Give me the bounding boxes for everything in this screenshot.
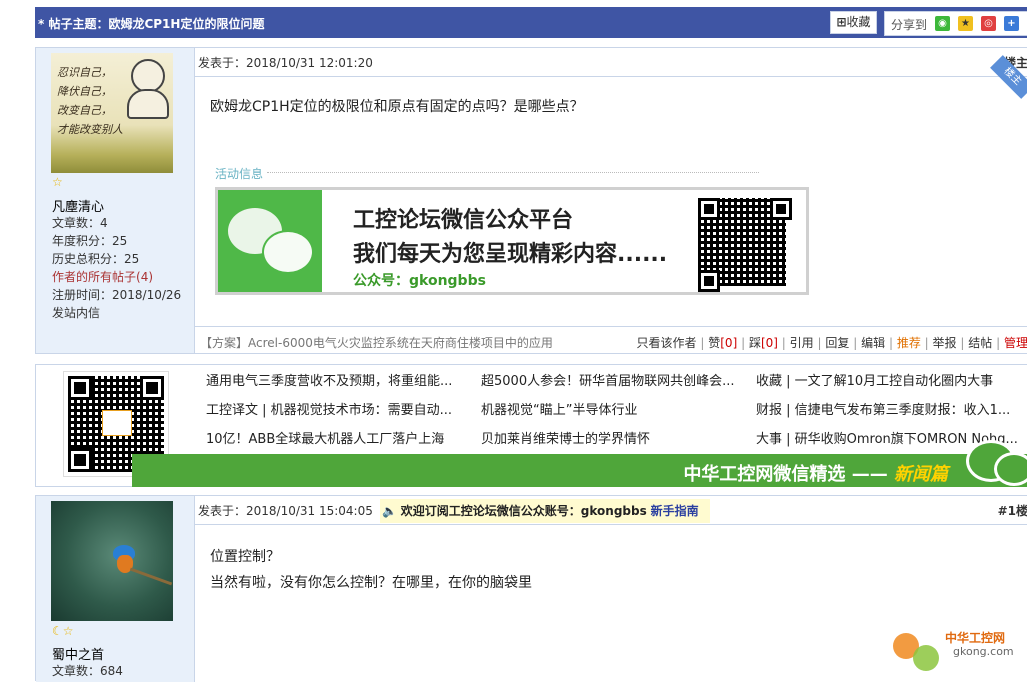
wechat-bubble-icon <box>994 452 1027 486</box>
news-link[interactable]: 通用电气三季度营收不及预期，将重组能... <box>206 370 471 389</box>
post-actions: 只看该作者 | 赞[0] | 踩[0] | 引用 | 回复 | 编辑 | 推荐 … <box>636 336 1027 350</box>
banner-account: 公众号：gkongbbs <box>353 273 486 289</box>
author-sidebar: ☾☆ 蜀中之首 文章数：684 <box>36 496 195 682</box>
close-thread-link[interactable]: 结帖 <box>968 336 992 350</box>
news-panel: 通用电气三季度营收不及预期，将重组能... 超5000人参会！研华首届物联网共创… <box>35 364 1027 487</box>
news-green-band: 中华工控网微信精选 —— 新闻篇 <box>132 440 1027 487</box>
gkong-watermark-logo: 中华工控网 gkong.com <box>893 625 1023 675</box>
qr-finder <box>68 376 92 400</box>
post-reply-1: ☾☆ 蜀中之首 文章数：684 发表于：2018/10/31 15:04:05 … <box>35 495 1027 682</box>
divider <box>195 524 1027 525</box>
banner-line2: 我们每天为您呈现精彩内容...... <box>353 242 668 267</box>
wechat-banner[interactable]: 工控论坛微信公众平台 我们每天为您呈现精彩内容...... 公众号：gkongb… <box>215 187 809 295</box>
activity-label: 活动信息 <box>215 167 264 181</box>
reply-link[interactable]: 回复 <box>825 336 849 350</box>
banner-line1: 工控论坛微信公众平台 <box>353 208 574 233</box>
report-link[interactable]: 举报 <box>933 336 957 350</box>
monk-body-shape <box>127 89 169 119</box>
post-time: 发表于：2018/10/31 15:04:05 <box>198 504 373 518</box>
wechat-bubble-icon <box>262 230 314 274</box>
qr-finder <box>140 376 164 400</box>
recommend-link[interactable]: 推荐 <box>897 336 921 350</box>
edit-link[interactable]: 编辑 <box>861 336 885 350</box>
post-content: 欧姆龙CP1H定位的极限位和原点有固定的点吗？是哪些点？ <box>210 99 584 115</box>
branch-shape <box>129 567 173 586</box>
monk-head-shape <box>131 59 165 93</box>
favorite-button[interactable]: ⊞收藏 <box>830 11 877 34</box>
divider <box>195 326 1027 327</box>
band-title: 中华工控网微信精选 —— 新闻篇 <box>683 464 948 485</box>
news-link[interactable]: 贝加莱肖维荣博士的学界情怀 <box>481 428 751 447</box>
plus-icon: ⊞ <box>836 15 847 29</box>
post-time: 发表于：2018/10/31 12:01:20 <box>198 56 373 70</box>
post-body: 发表于：2018/10/31 12:01:20 楼主 楼主 欧姆龙CP1H定位的… <box>195 48 1027 353</box>
dotted-divider <box>267 172 759 173</box>
wechat-logo-panel <box>218 190 322 292</box>
news-link[interactable]: 10亿！ABB全球最大机器人工厂落户上海 <box>206 428 471 447</box>
dislike-link[interactable]: 踩[0] <box>749 336 778 350</box>
author-posts-link[interactable]: 作者的所有帖子(4) <box>52 268 181 286</box>
post-first: 忍识自己， 降伏自己， 改变自己， 才能改变别人 ☆ 凡塵清心 文章数：4 年度… <box>35 47 1027 354</box>
gkong-logo-icon <box>102 410 132 436</box>
username[interactable]: 蜀中之首 <box>52 644 104 663</box>
news-link[interactable]: 收藏 | 一文了解10月工控自动化圈内大事 <box>756 370 1026 389</box>
send-message-link[interactable]: 发站内信 <box>52 304 181 322</box>
qr-finder <box>698 270 720 292</box>
thread-title: * 帖子主题：欧姆龙CP1H定位的限位问题 <box>38 17 265 31</box>
news-link[interactable]: 超5000人参会！研华首届物联网共创峰会... <box>481 370 751 389</box>
user-stats: 文章数：4 年度积分：25 历史总积分：25 作者的所有帖子(4) 注册时间：2… <box>52 216 182 322</box>
manage-link[interactable]: 管理 <box>1004 336 1027 350</box>
qzone-share-icon[interactable]: ★ <box>958 16 973 31</box>
rank-moon-star-icon: ☾☆ <box>52 624 74 638</box>
news-link[interactable]: 财报 | 信捷电气发布第三季度财报：收入1... <box>756 399 1026 418</box>
floor-label: #1楼 <box>997 504 1027 518</box>
qr-finder <box>770 198 792 220</box>
author-sidebar: 忍识自己， 降伏自己， 改变自己， 才能改变别人 ☆ 凡塵清心 文章数：4 年度… <box>36 48 195 353</box>
avatar[interactable] <box>51 501 173 621</box>
share-bar: 分享到 ◉ ★ ◎ + <box>884 11 1027 36</box>
newbie-guide-link[interactable]: 新手指南 <box>651 504 699 518</box>
rank-star-icon: ☆ <box>52 175 63 189</box>
speaker-icon: 🔈 <box>382 504 397 518</box>
quote-link[interactable]: 引用 <box>790 336 814 350</box>
subscribe-notice: 🔈 欢迎订阅工控论坛微信公众账号：gkongbbs 新手指南 <box>380 499 710 523</box>
share-label: 分享到 <box>891 18 928 32</box>
like-link[interactable]: 赞[0] <box>708 336 737 350</box>
avatar[interactable]: 忍识自己， 降伏自己， 改变自己， 才能改变别人 <box>51 53 173 173</box>
only-author-link[interactable]: 只看该作者 <box>637 336 697 350</box>
promo-link[interactable]: 【方案】Acrel-6000电气火灾监控系统在天府商住楼项目中的应用 <box>200 334 553 351</box>
qr-finder <box>698 198 720 220</box>
username[interactable]: 凡塵清心 <box>52 196 104 215</box>
gear-icon <box>913 645 939 671</box>
avatar-poem: 忍识自己， 降伏自己， 改变自己， 才能改变别人 <box>57 66 123 136</box>
user-posts-count: 文章数：684 <box>52 664 123 678</box>
thread-header: * 帖子主题：欧姆龙CP1H定位的限位问题 ⊞收藏 分享到 ◉ ★ ◎ + <box>35 7 1027 38</box>
news-link[interactable]: 工控译文 | 机器视觉技术市场：需要自动... <box>206 399 471 418</box>
more-share-icon[interactable]: + <box>1004 16 1019 31</box>
news-link[interactable]: 机器视觉“瞄上”半导体行业 <box>481 399 751 418</box>
post-content: 位置控制？ 当然有啦，没有你怎么控制？在哪里，在你的脑袋里 <box>210 549 532 591</box>
divider <box>195 76 1027 77</box>
qr-finder <box>68 448 92 472</box>
wechat-share-icon[interactable]: ◉ <box>935 16 950 31</box>
weibo-share-icon[interactable]: ◎ <box>981 16 996 31</box>
